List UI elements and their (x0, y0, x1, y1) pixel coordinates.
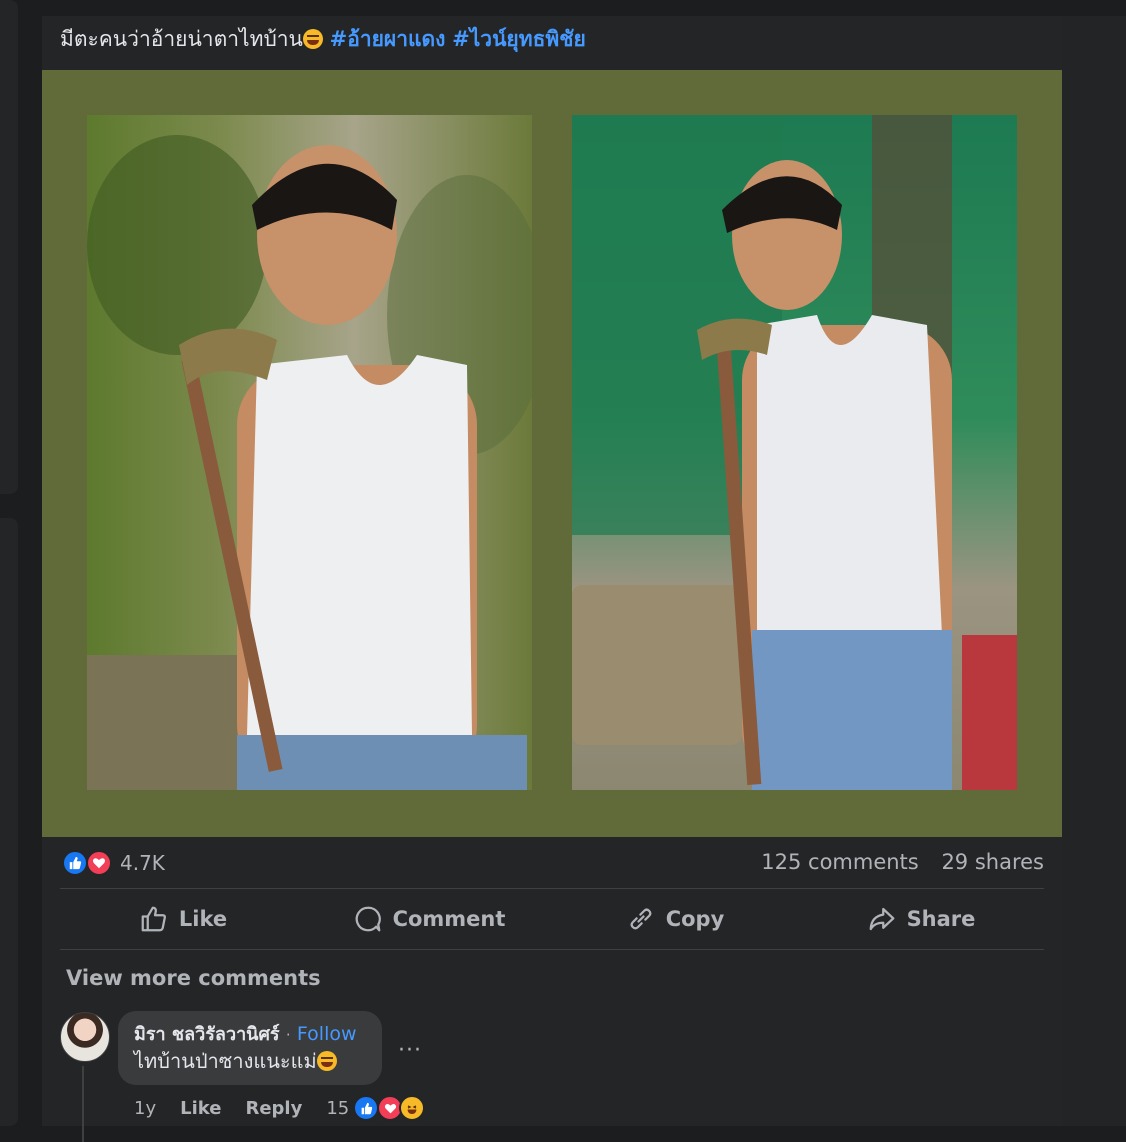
comment-meta: 1y Like Reply 15 (134, 1095, 426, 1121)
comment-label: Comment (392, 907, 506, 931)
post-photo-right[interactable] (572, 115, 1017, 790)
post-stats: 125 comments 29 shares (761, 850, 1044, 874)
divider (60, 949, 1044, 950)
post-caption: มีตะคนว่าอ้ายน่าตาไทบ้าน #อ้ายผาแดง #ไวน… (60, 26, 586, 52)
left-panel-bottom (0, 518, 18, 1126)
shares-count-link[interactable]: 29 shares (941, 850, 1044, 874)
comment-age[interactable]: 1y (134, 1098, 156, 1119)
haha-reaction-icon (399, 1095, 426, 1121)
share-button[interactable]: Share (798, 889, 1044, 949)
post-photo-left[interactable] (87, 115, 532, 790)
comment-thread-line (82, 1066, 84, 1142)
post-media[interactable] (42, 70, 1062, 837)
post-card: มีตะคนว่าอ้ายน่าตาไทบ้าน #อ้ายผาแดง #ไวน… (42, 16, 1062, 1142)
laughing-emoji-icon (302, 29, 323, 49)
comment-like-button[interactable]: Like (180, 1098, 221, 1119)
comment-reply-button[interactable]: Reply (245, 1098, 302, 1119)
like-reaction-icon (62, 850, 88, 876)
caption-text: มีตะคนว่าอ้ายน่าตาไทบ้าน (60, 27, 303, 51)
comment-button[interactable]: Comment (306, 889, 552, 949)
follow-button[interactable]: Follow (297, 1023, 357, 1045)
comment-author-name[interactable]: มิรา ชลวิรัลวานิศร์ (134, 1024, 280, 1045)
copy-label: Copy (665, 907, 725, 931)
hashtag-link[interactable]: #อ้ายผาแดง (330, 27, 446, 51)
left-panel-top (0, 0, 18, 494)
comment-text: ไทบ้านป่าซางแนะแม่ (134, 1049, 317, 1073)
thumbs-up-icon (141, 906, 166, 932)
like-button[interactable]: Like (60, 889, 306, 949)
commenter-avatar[interactable] (60, 1012, 110, 1062)
comment-bubble: มิรา ชลวิรัลวานิศร์ · Follow ไทบ้านป่าซา… (118, 1011, 382, 1085)
comment-author-row: มิรา ชลวิรัลวานิศร์ · Follow (134, 1019, 357, 1048)
love-reaction-icon (86, 850, 112, 876)
like-reaction-icon (353, 1095, 380, 1121)
comment-more-options-button[interactable]: ··· (398, 1038, 422, 1063)
hashtag-link[interactable]: #ไวน์ยุทธพิชัย (452, 27, 586, 51)
post-actions: Like Comment Copy Share (60, 889, 1044, 949)
comment-bubble-icon (355, 906, 381, 932)
share-label: Share (906, 907, 976, 931)
laughing-emoji-icon (316, 1051, 337, 1071)
comment-reaction-count: 15 (326, 1097, 350, 1119)
reaction-summary[interactable]: 4.7K (62, 850, 165, 876)
view-more-comments-link[interactable]: View more comments (66, 966, 321, 990)
comment-text-row: ไทบ้านป่าซางแนะแม่ (134, 1045, 337, 1077)
link-icon (630, 908, 652, 930)
separator-dot: · (285, 1026, 291, 1044)
copy-button[interactable]: Copy (552, 889, 798, 949)
right-panel (1062, 16, 1126, 1126)
like-label: Like (178, 907, 228, 931)
share-arrow-icon (869, 907, 894, 931)
reaction-count: 4.7K (120, 851, 165, 875)
comments-count-link[interactable]: 125 comments (761, 850, 918, 874)
